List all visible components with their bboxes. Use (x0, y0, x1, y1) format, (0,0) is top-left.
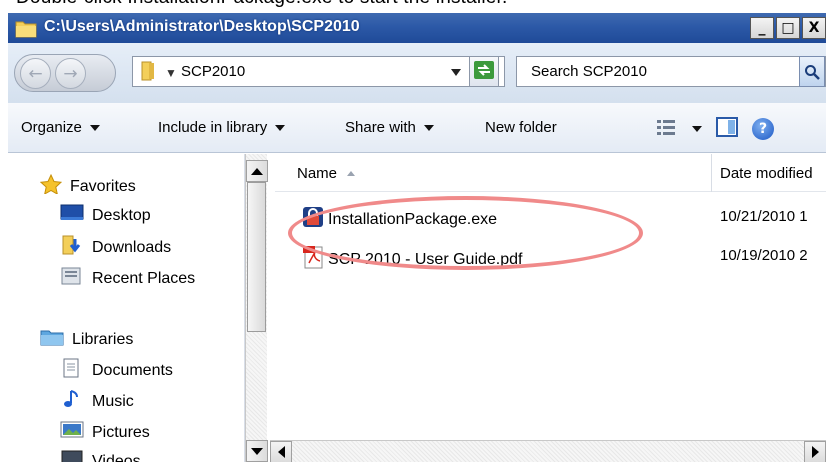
new-folder-button[interactable]: New folder (485, 119, 557, 136)
scroll-right-button[interactable] (804, 441, 826, 462)
new-folder-label: New folder (485, 119, 557, 136)
address-bar[interactable]: ▼ SCP2010 (132, 56, 505, 87)
preview-pane-icon[interactable] (716, 117, 738, 141)
nav-item-music[interactable]: Music (60, 389, 134, 414)
forward-button[interactable]: → (55, 58, 86, 89)
nav-item-label: Documents (92, 361, 173, 379)
file-date-modified: 10/21/2010 1 (720, 208, 808, 225)
minimize-button[interactable]: _ (750, 17, 774, 39)
back-button[interactable]: ← (20, 58, 51, 89)
command-bar: Organize Include in library Share with N… (8, 103, 826, 153)
maximize-button[interactable]: □ (776, 17, 800, 39)
nav-item-videos[interactable]: Videos (60, 449, 141, 462)
window-title: C:\Users\Administrator\Desktop\SCP2010 (44, 18, 360, 35)
instruction-caption: Double-click InstallationPackage.exe to … (16, 0, 507, 9)
column-date-modified[interactable]: Date modified (712, 154, 826, 192)
sort-ascending-icon (347, 170, 356, 176)
music-icon (60, 389, 84, 414)
file-date-modified: 10/19/2010 2 (720, 247, 808, 264)
column-name[interactable]: Name (275, 154, 712, 192)
nav-pane-scrollbar[interactable] (245, 154, 268, 462)
nav-favorites[interactable]: Favorites (39, 173, 136, 199)
refresh-button[interactable] (469, 56, 499, 87)
address-toolbar: ← → ▼ SCP2010 Search SCP2010 (8, 43, 826, 103)
downloads-icon (60, 235, 84, 260)
nav-item-label: Pictures (92, 423, 150, 441)
nav-item-label: Recent Places (92, 269, 196, 287)
nav-item-downloads[interactable]: Downloads (60, 235, 171, 260)
desktop-icon (60, 204, 84, 227)
file-list-horizontal-scrollbar[interactable] (270, 440, 826, 462)
nav-item-label: Desktop (92, 206, 151, 224)
search-input[interactable]: Search SCP2010 (516, 56, 826, 87)
help-icon[interactable]: ? (752, 118, 774, 140)
videos-icon (60, 449, 84, 462)
highlight-annotation (288, 196, 643, 270)
search-icon[interactable] (799, 56, 825, 87)
navigation-buttons: ← → (14, 54, 116, 92)
nav-item-label: Downloads (92, 238, 172, 256)
share-with-menu[interactable]: Share with (345, 119, 434, 136)
recent-places-icon (60, 266, 84, 291)
include-in-library-label: Include in library (158, 119, 268, 136)
scroll-down-button[interactable] (246, 440, 268, 462)
folder-icon (15, 18, 37, 42)
refresh-icon (473, 60, 495, 84)
scroll-down-icon (251, 447, 263, 455)
organize-menu[interactable]: Organize (21, 119, 100, 136)
pictures-icon (60, 420, 84, 445)
forward-arrow-icon: → (63, 63, 78, 84)
nav-libraries-label: Libraries (72, 330, 134, 348)
nav-item-pictures[interactable]: Pictures (60, 420, 150, 445)
scroll-up-button[interactable] (246, 160, 268, 182)
scroll-right-icon (811, 446, 819, 458)
column-date-modified-label: Date modified (720, 164, 813, 182)
scroll-thumb[interactable] (247, 182, 266, 332)
nav-item-documents[interactable]: Documents (60, 358, 173, 383)
nav-item-label: Music (92, 392, 134, 410)
close-button[interactable]: X (802, 17, 826, 39)
nav-libraries[interactable]: Libraries (40, 327, 133, 352)
navigation-pane: Favorites Desktop Downloads Recent Place… (8, 154, 245, 462)
window-title-bar[interactable]: C:\Users\Administrator\Desktop\SCP2010 _… (8, 13, 826, 43)
breadcrumb-scp2010[interactable]: SCP2010 (181, 63, 245, 80)
address-history-dropdown[interactable] (451, 69, 461, 76)
column-name-label: Name (297, 164, 338, 182)
file-list-header: Name Date modified (275, 154, 826, 192)
scroll-left-button[interactable] (270, 441, 292, 462)
nav-item-label: Videos (92, 452, 141, 462)
change-view-icon[interactable] (656, 118, 678, 140)
star-icon (39, 173, 63, 199)
folder-icon (139, 61, 159, 85)
libraries-icon (40, 327, 64, 352)
breadcrumb-separator-icon[interactable]: ▼ (165, 66, 177, 80)
dropdown-arrow-icon (89, 124, 100, 131)
dropdown-arrow-icon (423, 124, 434, 131)
nav-item-desktop[interactable]: Desktop (60, 204, 151, 227)
back-arrow-icon: ← (28, 63, 43, 84)
share-with-label: Share with (345, 119, 416, 136)
organize-label: Organize (21, 119, 82, 136)
nav-item-recent-places[interactable]: Recent Places (60, 266, 195, 291)
documents-icon (60, 358, 84, 383)
include-in-library-menu[interactable]: Include in library (158, 119, 286, 136)
search-placeholder: Search SCP2010 (531, 63, 647, 80)
nav-favorites-label: Favorites (70, 177, 136, 195)
scroll-left-icon (277, 446, 285, 458)
view-options-dropdown[interactable] (692, 126, 702, 132)
dropdown-arrow-icon (275, 124, 286, 131)
scroll-up-icon (251, 167, 263, 175)
